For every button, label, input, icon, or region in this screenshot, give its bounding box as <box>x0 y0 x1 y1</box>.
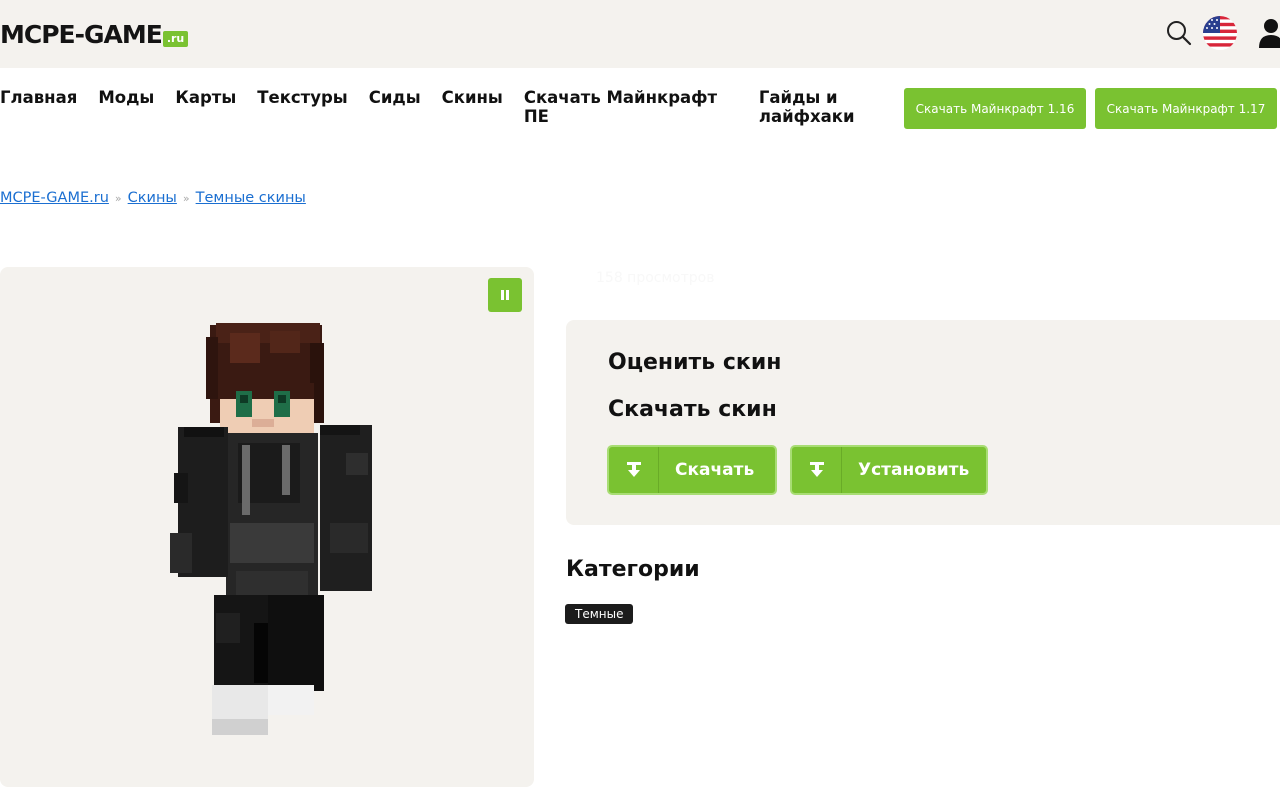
user-icon[interactable] <box>1258 18 1280 48</box>
download-minecraft-117-button[interactable]: Скачать Майнкрафт 1.17 <box>1095 88 1277 129</box>
site-header: MCPE-GAME .ru <box>0 0 1280 68</box>
nav-item-home[interactable]: Главная <box>0 88 77 107</box>
nav-item-skins[interactable]: Скины <box>442 88 503 107</box>
breadcrumb-separator: » <box>182 191 190 205</box>
download-button[interactable]: Скачать <box>607 445 777 495</box>
nav-item-mods[interactable]: Моды <box>98 88 154 107</box>
download-icon <box>609 447 659 493</box>
rate-skin-heading: Оценить скин <box>608 350 782 375</box>
nav-item-seeds[interactable]: Сиды <box>369 88 421 107</box>
download-minecraft-116-button[interactable]: Скачать Майнкрафт 1.16 <box>904 88 1086 129</box>
breadcrumb-home[interactable]: MCPE-GAME.ru <box>0 190 109 206</box>
download-button-label: Скачать <box>675 460 755 480</box>
site-logo[interactable]: MCPE-GAME .ru <box>0 20 189 50</box>
category-tag-dark[interactable]: Темные <box>565 604 634 624</box>
pause-button[interactable] <box>488 278 522 312</box>
us-flag-icon[interactable] <box>1202 15 1238 51</box>
search-icon[interactable] <box>1164 18 1194 48</box>
pause-icon <box>501 290 509 300</box>
install-button-label: Установить <box>858 460 970 480</box>
download-skin-heading: Скачать скин <box>608 397 777 422</box>
nav-item-download-pe[interactable]: Скачать Майнкрафт ПЕ <box>524 88 739 126</box>
skin-3d-preview[interactable] <box>170 323 380 739</box>
install-button[interactable]: Установить <box>790 445 988 495</box>
categories-heading: Категории <box>566 557 700 582</box>
install-icon <box>792 447 842 493</box>
breadcrumb: MCPE-GAME.ru » Скины » Темные скины <box>0 190 306 206</box>
header-actions <box>1164 16 1280 50</box>
breadcrumb-skins[interactable]: Скины <box>128 190 177 206</box>
nav-item-maps[interactable]: Карты <box>175 88 236 107</box>
main-nav: Главная Моды Карты Текстуры Сиды Скины С… <box>0 88 890 132</box>
nav-item-guides[interactable]: Гайды и лайфхаки <box>759 88 869 126</box>
logo-text: MCPE-GAME <box>0 20 163 49</box>
view-count: 158 просмотров <box>596 270 715 286</box>
breadcrumb-separator: » <box>114 191 122 205</box>
nav-item-textures[interactable]: Текстуры <box>257 88 347 107</box>
logo-suffix: .ru <box>162 31 189 47</box>
breadcrumb-dark-skins[interactable]: Темные скины <box>196 190 306 206</box>
